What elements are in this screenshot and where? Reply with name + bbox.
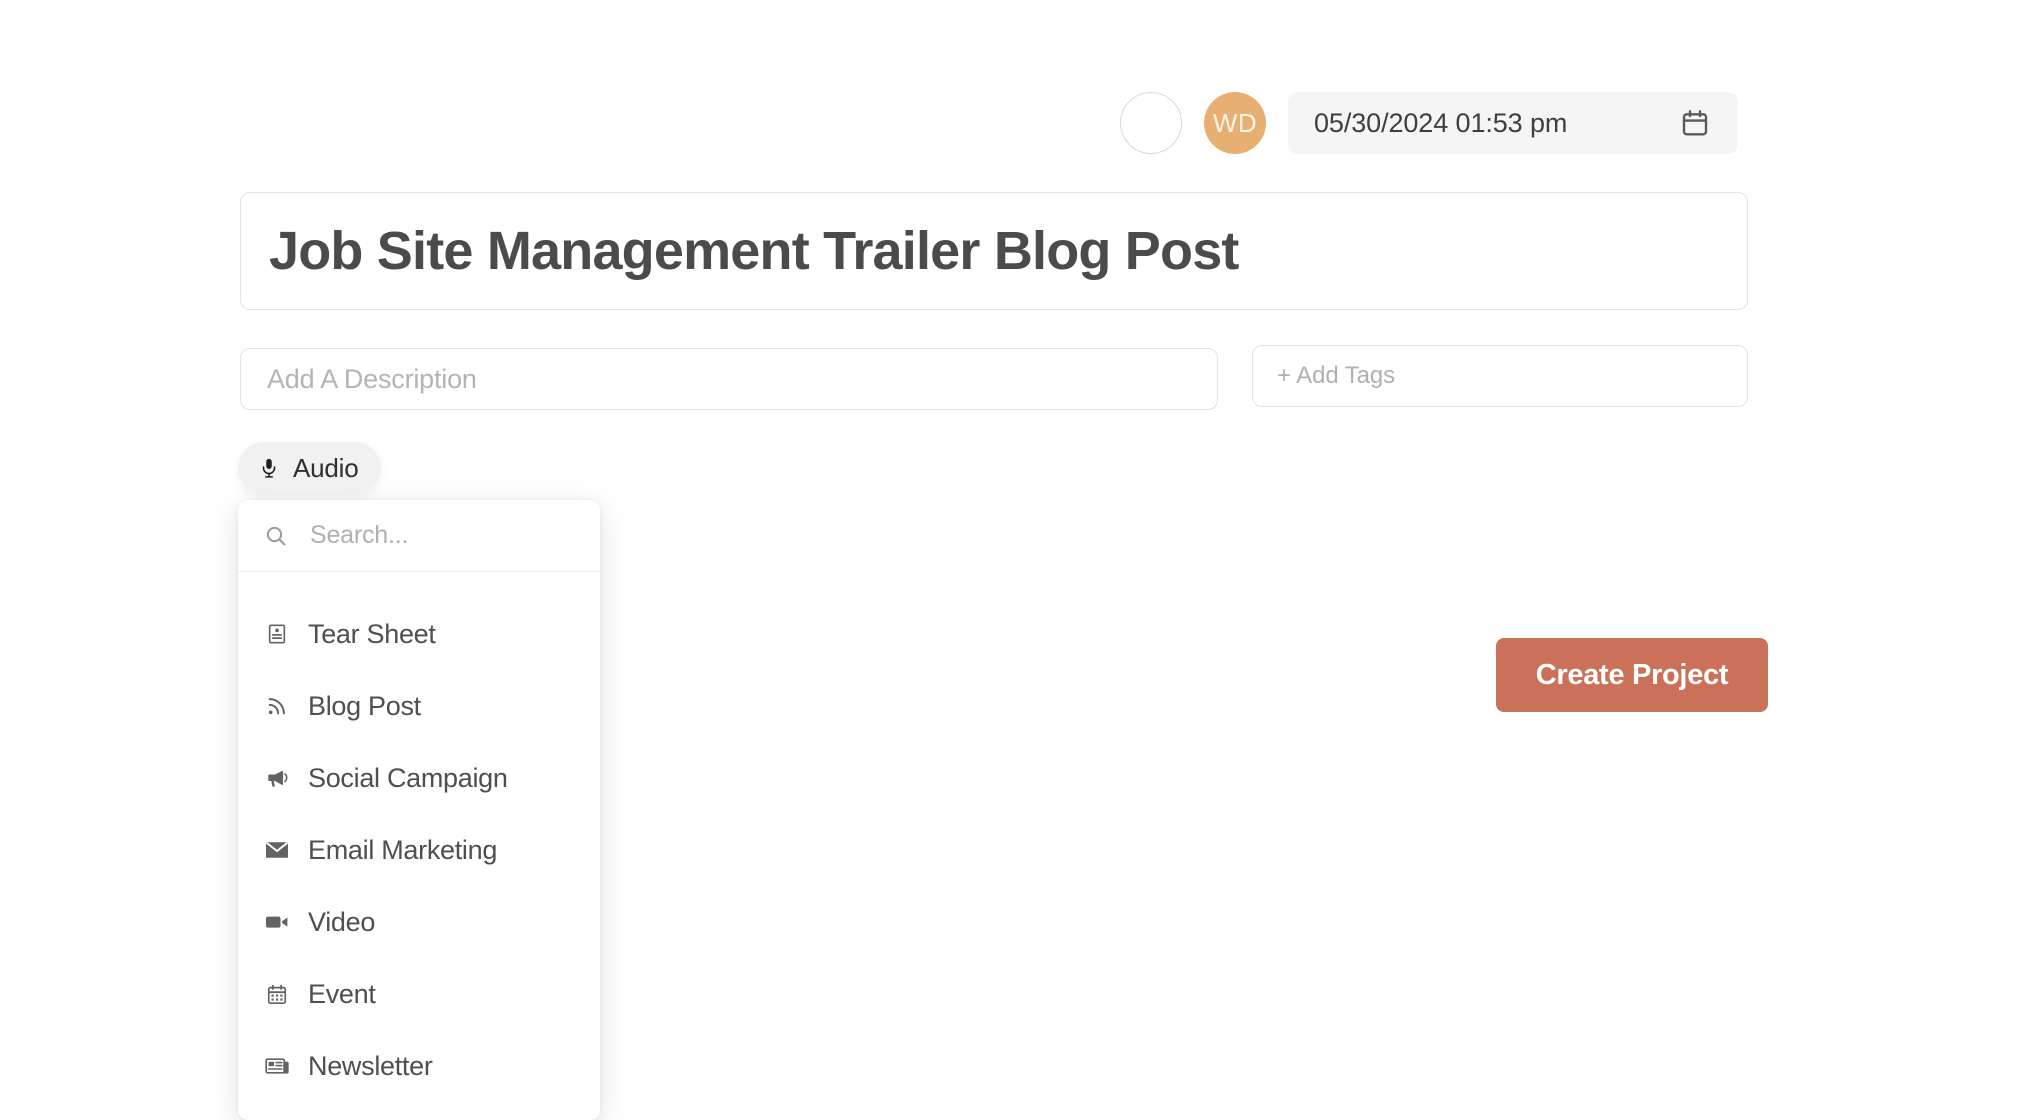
option-social-campaign[interactable]: Social Campaign (238, 742, 600, 814)
option-label: Social Campaign (308, 762, 508, 793)
dropdown-search-row[interactable]: Search... (238, 500, 600, 572)
option-tear-sheet[interactable]: Tear Sheet (238, 598, 600, 670)
project-title-field[interactable]: Job Site Management Trailer Blog Post (240, 192, 1748, 310)
search-input[interactable]: Search... (310, 521, 408, 550)
avatar-initials: WD (1212, 107, 1258, 138)
content-type-dropdown: Search... Tear Sheet Blog Post Social Ca… (238, 500, 600, 1120)
content-type-label: Audio (293, 452, 359, 483)
project-meta-bar: WD 05/30/2024 01:53 pm (1120, 92, 1738, 154)
due-date-value: 05/30/2024 01:53 pm (1314, 107, 1568, 138)
avatar[interactable]: WD (1204, 92, 1266, 154)
option-label: Blog Post (308, 690, 421, 721)
newspaper-icon (264, 1056, 290, 1076)
option-label: Video (308, 906, 376, 937)
envelope-icon (264, 840, 290, 860)
option-newsletter[interactable]: Newsletter (238, 1030, 600, 1102)
rss-icon (264, 695, 290, 717)
description-placeholder: Add A Description (267, 363, 477, 394)
content-type-option-list: Tear Sheet Blog Post Social Campaign Ema… (238, 572, 600, 1102)
calendar-icon[interactable] (1680, 108, 1710, 138)
tags-placeholder: + Add Tags (1277, 362, 1395, 389)
microphone-icon (258, 455, 280, 481)
description-field[interactable]: Add A Description (240, 348, 1218, 410)
page-title: Job Site Management Trailer Blog Post (269, 221, 1239, 281)
option-blog-post[interactable]: Blog Post (238, 670, 600, 742)
option-label: Email Marketing (308, 834, 498, 865)
option-email-marketing[interactable]: Email Marketing (238, 814, 600, 886)
bullhorn-icon (264, 767, 290, 789)
option-label: Newsletter (308, 1050, 433, 1081)
add-assignee-avatar[interactable] (1120, 92, 1182, 154)
create-project-button[interactable]: Create Project (1496, 638, 1768, 712)
content-type-chip[interactable]: Audio (238, 442, 381, 494)
option-label: Event (308, 978, 376, 1009)
option-video[interactable]: Video (238, 886, 600, 958)
tags-field[interactable]: + Add Tags (1252, 345, 1748, 407)
option-event[interactable]: Event (238, 958, 600, 1030)
calendar-alt-icon (264, 983, 290, 1006)
due-date-field[interactable]: 05/30/2024 01:53 pm (1288, 92, 1738, 154)
option-label: Tear Sheet (308, 618, 436, 649)
search-icon (264, 524, 288, 548)
video-camera-icon (264, 913, 290, 931)
tear-sheet-icon (264, 622, 290, 646)
